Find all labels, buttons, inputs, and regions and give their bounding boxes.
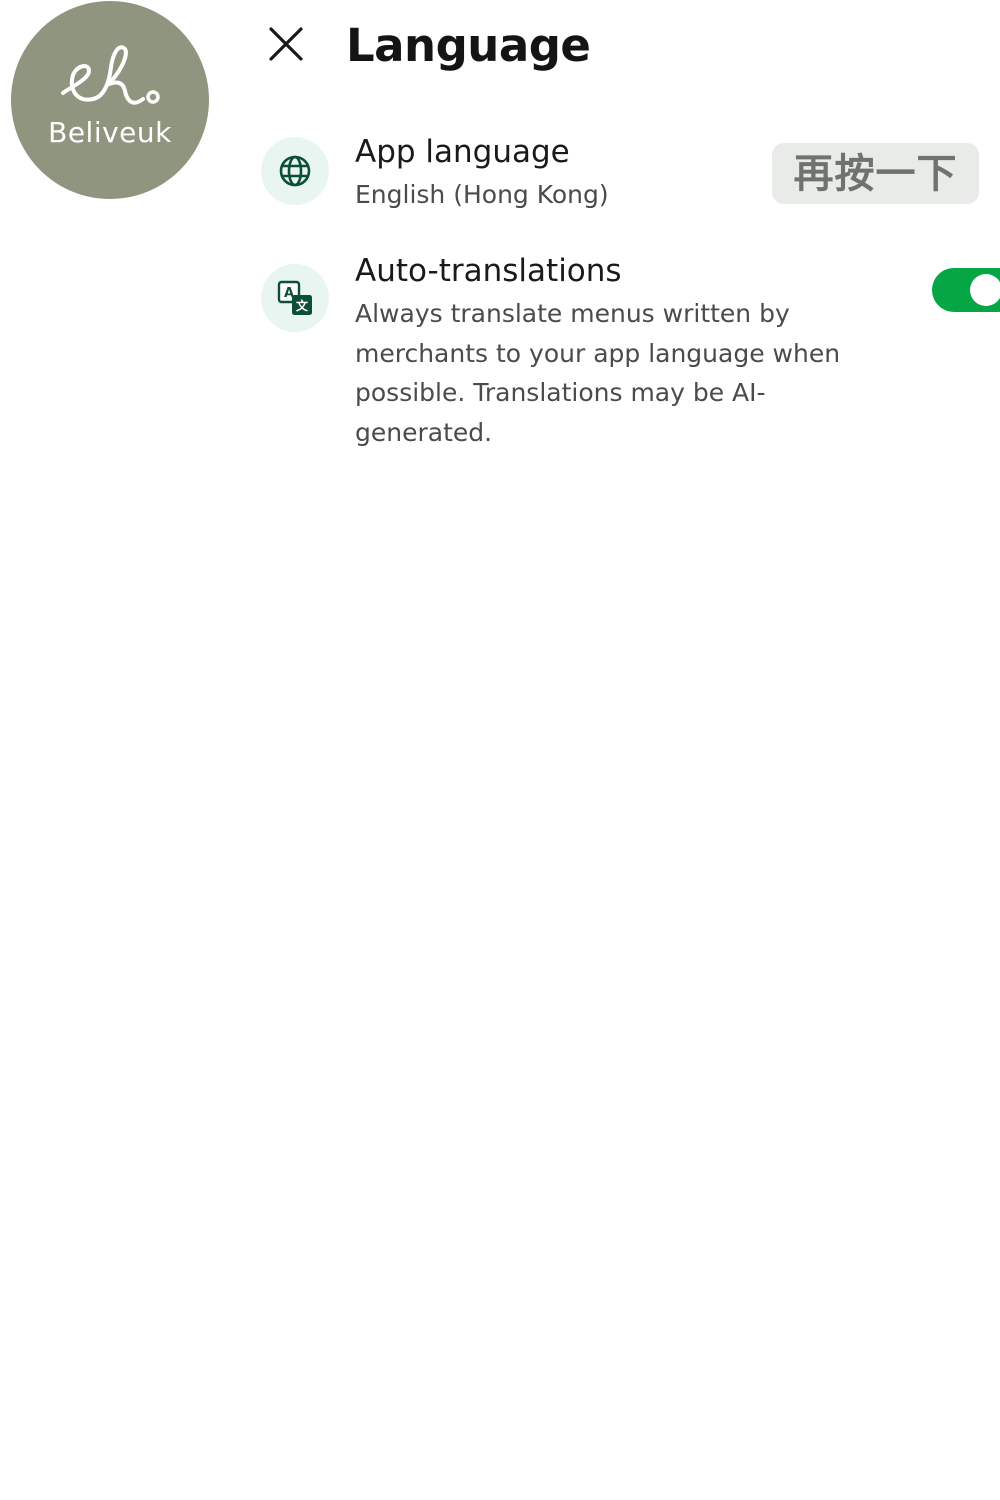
retap-button[interactable]: 再按一下 [772, 143, 979, 204]
auto-translations-description-line-1: Always translate menus written by [355, 299, 790, 328]
auto-translations-toggle[interactable] [932, 268, 1000, 312]
logo-text: Beliveuk [48, 116, 172, 149]
watermark-logo: Beliveuk [11, 1, 209, 199]
translate-icon: A 文 [277, 280, 312, 315]
auto-translations-description-line-4: generated. [355, 417, 493, 447]
globe-icon [279, 155, 311, 187]
close-button[interactable] [262, 20, 310, 68]
app-language-title: App language [355, 134, 570, 170]
signature-mark-icon [61, 45, 160, 105]
translate-icon-badge: A 文 [261, 264, 329, 332]
auto-translations-description-line-2: merchants to your app language when [355, 338, 841, 368]
app-language-value: English (Hong Kong) [355, 180, 609, 209]
language-settings-screen: Beliveuk Language App language English (… [0, 0, 1000, 1500]
toggle-knob [970, 274, 1000, 306]
globe-icon-badge [261, 137, 329, 205]
auto-translations-description-line-3: possible. Translations may be AI- [355, 378, 766, 407]
close-icon [269, 27, 303, 61]
svg-text:文: 文 [296, 298, 309, 313]
auto-translations-title: Auto-translations [355, 253, 622, 289]
page-title: Language [346, 19, 591, 72]
